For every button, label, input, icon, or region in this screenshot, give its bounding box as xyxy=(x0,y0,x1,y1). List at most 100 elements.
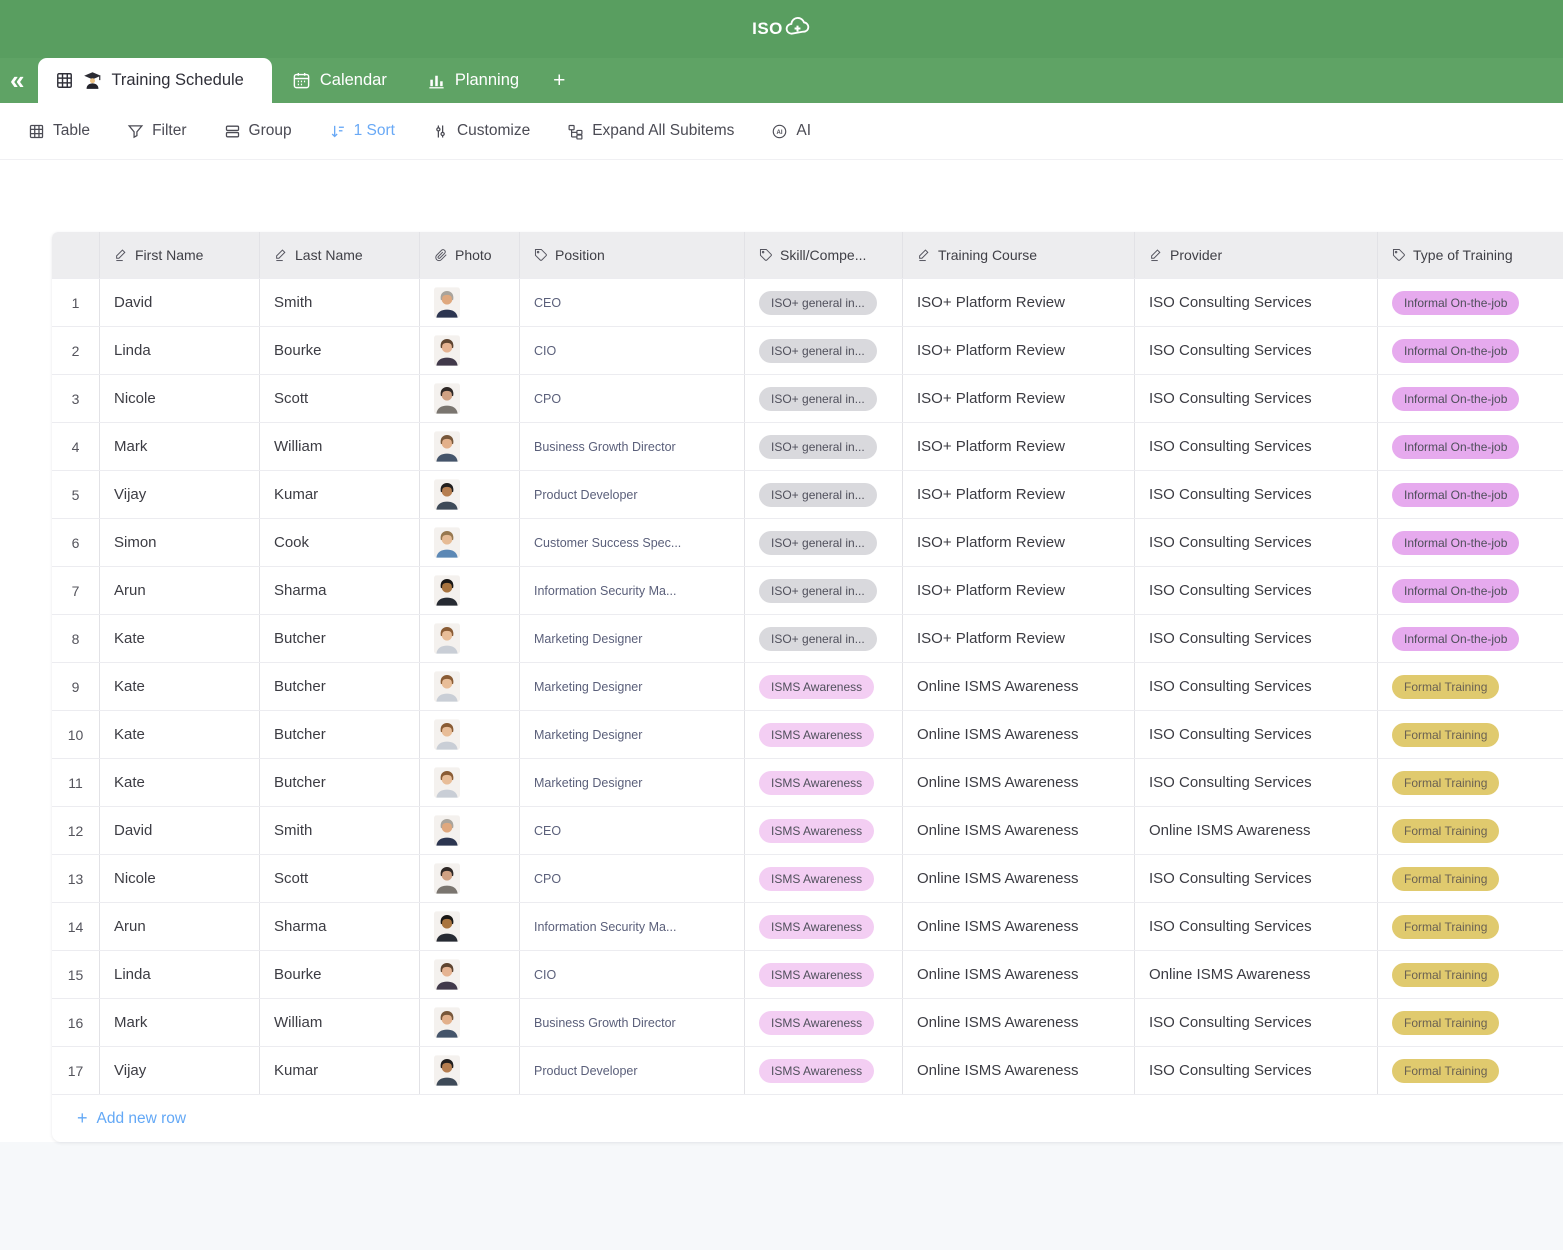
cell-last-name[interactable]: Smith xyxy=(260,279,420,326)
skill-pill[interactable]: ISO+ general in... xyxy=(759,579,877,603)
photo-thumbnail[interactable] xyxy=(434,815,460,846)
cell-skill-competence[interactable]: ISMS Awareness xyxy=(745,1047,903,1094)
cell-first-name[interactable]: Kate xyxy=(100,711,260,758)
toolbar-table-button[interactable]: Table xyxy=(28,122,90,140)
cell-last-name[interactable]: William xyxy=(260,423,420,470)
cell-provider[interactable]: ISO Consulting Services xyxy=(1135,615,1378,662)
column-header-last-name[interactable]: Last Name xyxy=(260,232,420,278)
cell-photo[interactable] xyxy=(420,1047,520,1094)
cell-position[interactable]: CPO xyxy=(520,855,745,902)
cell-photo[interactable] xyxy=(420,279,520,326)
cell-provider[interactable]: Online ISMS Awareness xyxy=(1135,807,1378,854)
cell-type-of-training[interactable]: Informal On-the-job xyxy=(1378,615,1563,662)
skill-pill[interactable]: ISMS Awareness xyxy=(759,771,874,795)
cell-first-name[interactable]: Nicole xyxy=(100,855,260,902)
photo-thumbnail[interactable] xyxy=(434,1055,460,1086)
row-number[interactable]: 6 xyxy=(52,519,100,566)
skill-pill[interactable]: ISO+ general in... xyxy=(759,339,877,363)
row-number[interactable]: 5 xyxy=(52,471,100,518)
cell-skill-competence[interactable]: ISMS Awareness xyxy=(745,999,903,1046)
row-number[interactable]: 13 xyxy=(52,855,100,902)
cell-type-of-training[interactable]: Formal Training xyxy=(1378,999,1563,1046)
cell-first-name[interactable]: Kate xyxy=(100,615,260,662)
cell-training-course[interactable]: ISO+ Platform Review xyxy=(903,471,1135,518)
cell-last-name[interactable]: William xyxy=(260,999,420,1046)
skill-pill[interactable]: ISO+ general in... xyxy=(759,291,877,315)
cell-type-of-training[interactable]: Informal On-the-job xyxy=(1378,471,1563,518)
training-type-pill[interactable]: Formal Training xyxy=(1392,1011,1499,1035)
cell-first-name[interactable]: Kate xyxy=(100,663,260,710)
cell-first-name[interactable]: Nicole xyxy=(100,375,260,422)
cell-provider[interactable]: ISO Consulting Services xyxy=(1135,327,1378,374)
collapse-sidebar-button[interactable]: « xyxy=(0,67,36,103)
row-number[interactable]: 4 xyxy=(52,423,100,470)
cell-type-of-training[interactable]: Formal Training xyxy=(1378,711,1563,758)
row-number[interactable]: 8 xyxy=(52,615,100,662)
cell-type-of-training[interactable]: Formal Training xyxy=(1378,807,1563,854)
cell-training-course[interactable]: ISO+ Platform Review xyxy=(903,327,1135,374)
cell-photo[interactable] xyxy=(420,375,520,422)
cell-provider[interactable]: ISO Consulting Services xyxy=(1135,855,1378,902)
photo-thumbnail[interactable] xyxy=(434,335,460,366)
cell-photo[interactable] xyxy=(420,327,520,374)
cell-photo[interactable] xyxy=(420,567,520,614)
cell-skill-competence[interactable]: ISO+ general in... xyxy=(745,519,903,566)
cell-type-of-training[interactable]: Formal Training xyxy=(1378,1047,1563,1094)
cell-first-name[interactable]: David xyxy=(100,807,260,854)
tab-planning[interactable]: Planning xyxy=(407,58,539,103)
cell-skill-competence[interactable]: ISMS Awareness xyxy=(745,711,903,758)
cell-photo[interactable] xyxy=(420,615,520,662)
training-type-pill[interactable]: Formal Training xyxy=(1392,1059,1499,1083)
cell-training-course[interactable]: ISO+ Platform Review xyxy=(903,279,1135,326)
column-header-row-number[interactable] xyxy=(52,232,100,278)
cell-photo[interactable] xyxy=(420,519,520,566)
cell-training-course[interactable]: ISO+ Platform Review xyxy=(903,375,1135,422)
row-number[interactable]: 7 xyxy=(52,567,100,614)
cell-training-course[interactable]: Online ISMS Awareness xyxy=(903,903,1135,950)
toolbar-group-button[interactable]: Group xyxy=(224,122,292,140)
training-type-pill[interactable]: Informal On-the-job xyxy=(1392,531,1519,555)
cell-provider[interactable]: ISO Consulting Services xyxy=(1135,567,1378,614)
cell-last-name[interactable]: Sharma xyxy=(260,903,420,950)
cell-type-of-training[interactable]: Formal Training xyxy=(1378,951,1563,998)
training-type-pill[interactable]: Informal On-the-job xyxy=(1392,291,1519,315)
cell-position[interactable]: Marketing Designer xyxy=(520,615,745,662)
cell-photo[interactable] xyxy=(420,663,520,710)
column-header-training-course[interactable]: Training Course xyxy=(903,232,1135,278)
photo-thumbnail[interactable] xyxy=(434,863,460,894)
row-number[interactable]: 17 xyxy=(52,1047,100,1094)
cell-provider[interactable]: ISO Consulting Services xyxy=(1135,279,1378,326)
skill-pill[interactable]: ISO+ general in... xyxy=(759,483,877,507)
cell-skill-competence[interactable]: ISMS Awareness xyxy=(745,855,903,902)
training-type-pill[interactable]: Informal On-the-job xyxy=(1392,627,1519,651)
cell-last-name[interactable]: Butcher xyxy=(260,759,420,806)
cell-position[interactable]: CIO xyxy=(520,327,745,374)
cell-last-name[interactable]: Scott xyxy=(260,855,420,902)
cell-training-course[interactable]: Online ISMS Awareness xyxy=(903,951,1135,998)
cell-first-name[interactable]: Arun xyxy=(100,567,260,614)
skill-pill[interactable]: ISMS Awareness xyxy=(759,723,874,747)
skill-pill[interactable]: ISO+ general in... xyxy=(759,627,877,651)
column-header-first-name[interactable]: First Name xyxy=(100,232,260,278)
photo-thumbnail[interactable] xyxy=(434,959,460,990)
cell-position[interactable]: CIO xyxy=(520,951,745,998)
photo-thumbnail[interactable] xyxy=(434,1007,460,1038)
cell-provider[interactable]: Online ISMS Awareness xyxy=(1135,951,1378,998)
cell-provider[interactable]: ISO Consulting Services xyxy=(1135,903,1378,950)
cell-skill-competence[interactable]: ISO+ general in... xyxy=(745,615,903,662)
cell-type-of-training[interactable]: Informal On-the-job xyxy=(1378,327,1563,374)
row-number[interactable]: 2 xyxy=(52,327,100,374)
cell-position[interactable]: CPO xyxy=(520,375,745,422)
photo-thumbnail[interactable] xyxy=(434,383,460,414)
cell-last-name[interactable]: Bourke xyxy=(260,951,420,998)
cell-photo[interactable] xyxy=(420,471,520,518)
photo-thumbnail[interactable] xyxy=(434,575,460,606)
photo-thumbnail[interactable] xyxy=(434,431,460,462)
cell-position[interactable]: Information Security Ma... xyxy=(520,567,745,614)
cell-photo[interactable] xyxy=(420,711,520,758)
skill-pill[interactable]: ISMS Awareness xyxy=(759,867,874,891)
cell-provider[interactable]: ISO Consulting Services xyxy=(1135,471,1378,518)
cell-type-of-training[interactable]: Formal Training xyxy=(1378,663,1563,710)
photo-thumbnail[interactable] xyxy=(434,527,460,558)
skill-pill[interactable]: ISO+ general in... xyxy=(759,387,877,411)
